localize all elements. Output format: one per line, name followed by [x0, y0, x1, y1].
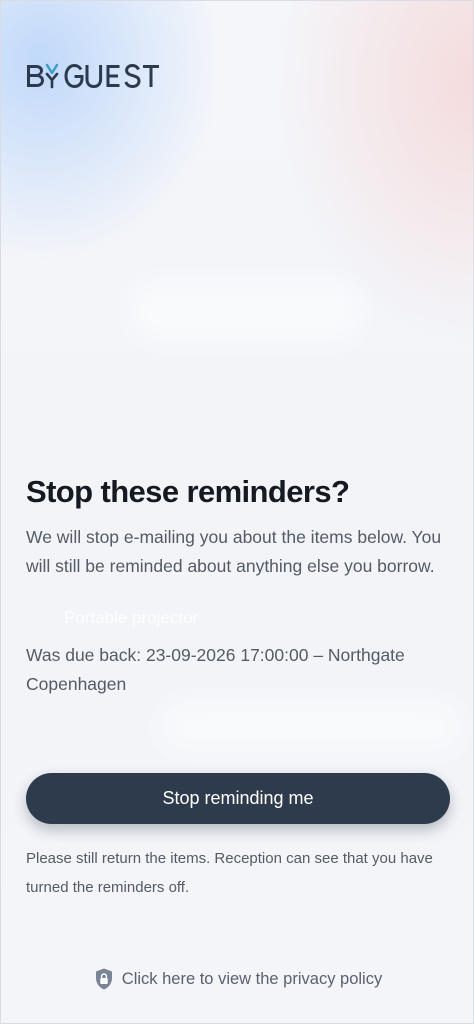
dialog-title: Stop these reminders? [26, 474, 350, 509]
background-decoration [131, 281, 361, 341]
shield-lock-icon [94, 967, 114, 991]
privacy-policy-link[interactable]: Click here to view the privacy policy [1, 967, 473, 991]
return-note: Please still return the items. Reception… [26, 850, 433, 896]
brand-logo [25, 61, 173, 91]
dialog-description: We will stop e-mailing you about the ite… [26, 527, 442, 576]
page: Stop these reminders? We will stop e-mai… [0, 0, 474, 1024]
due-back-info: Was due back: 23-09-2026 17:00:00 – Nort… [26, 645, 405, 694]
privacy-link-label: Click here to view the privacy policy [121, 969, 383, 988]
stop-reminding-button[interactable]: Stop reminding me [26, 773, 450, 824]
brand-logo-icon [27, 63, 159, 89]
reminder-dialog: Stop these reminders? We will stop e-mai… [26, 473, 450, 699]
item-name: Portable projector [64, 608, 199, 627]
background-decoration [161, 701, 461, 751]
